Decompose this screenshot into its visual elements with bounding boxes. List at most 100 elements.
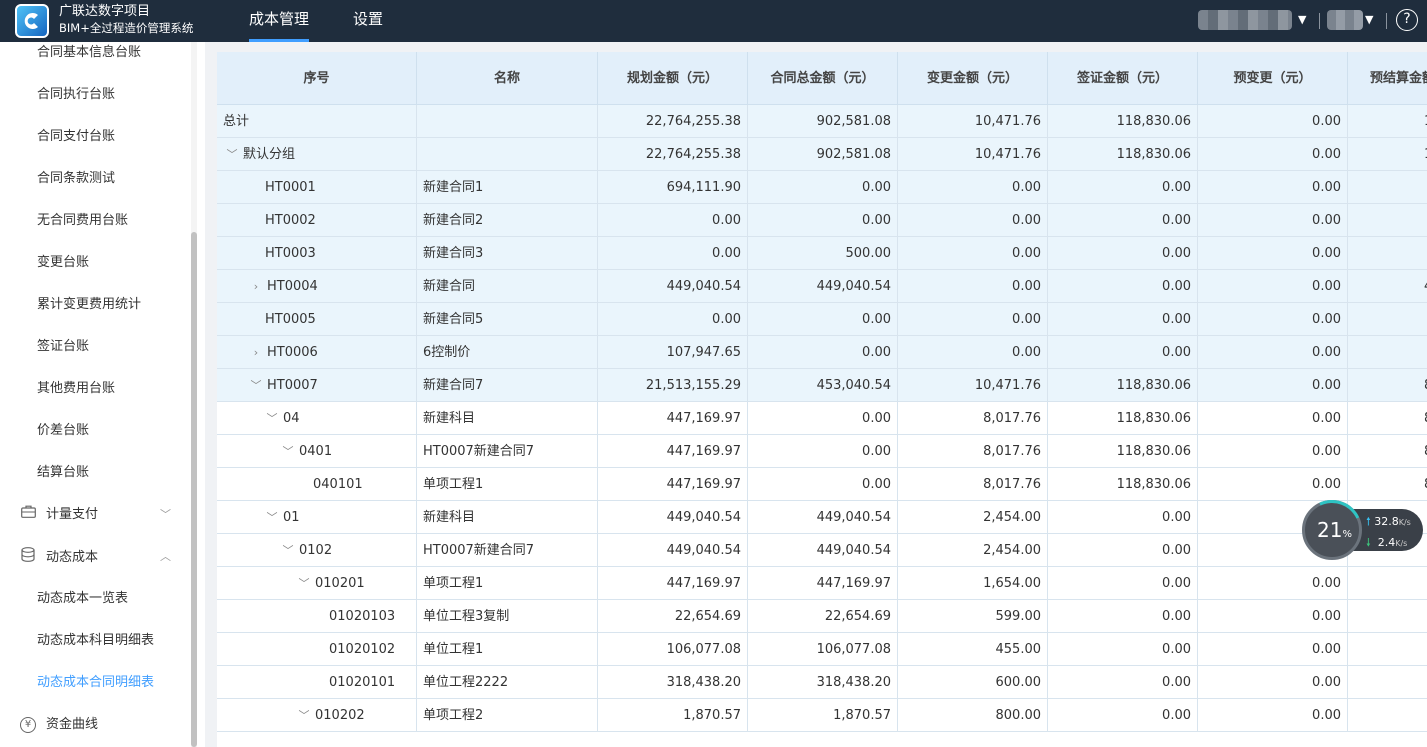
sidebar-item-settlement[interactable]: 结算台账 xyxy=(37,463,89,483)
sidebar-item-contract-terms[interactable]: 合同条款测试 xyxy=(37,169,115,189)
sidebar-item-contract-info[interactable]: 合同基本信息台账 xyxy=(37,43,141,63)
header-visa-amount[interactable]: 签证金额（元） xyxy=(1048,52,1198,105)
app-logo[interactable] xyxy=(15,4,49,38)
expand-chevron-right-icon[interactable]: › xyxy=(249,336,263,368)
table-row[interactable]: HT0003 新建合同3 0.00 500.00 0.00 0.00 0.00 xyxy=(217,237,1427,270)
sidebar-group-dynamic-cost[interactable]: 动态成本 xyxy=(20,547,98,567)
cell-planned-amount: 447,169.97 xyxy=(598,435,748,468)
sidebar-item-dynamic-overview[interactable]: 动态成本一览表 xyxy=(37,589,128,609)
sidebar-item-dynamic-subject[interactable]: 动态成本科目明细表 xyxy=(37,631,154,651)
sidebar-item-other-cost[interactable]: 其他费用台账 xyxy=(37,379,115,399)
sidebar-item-no-contract-cost[interactable]: 无合同费用台账 xyxy=(37,211,128,231)
sidebar-item-visa[interactable]: 签证台账 xyxy=(37,337,89,357)
table-row[interactable]: 01020101 单位工程2222 318,438.20 318,438.20 600.… xyxy=(217,666,1427,699)
seq-text: HT0004 xyxy=(267,279,318,294)
sidebar-group-payment[interactable]: 计量支付 xyxy=(20,505,98,525)
table-row[interactable]: ﹀ 0401 HT0007新建合同7 447,169.97 0.00 8,017.76 11… xyxy=(217,435,1427,468)
download-speed: 🠗 2.4K/s xyxy=(1366,536,1408,549)
table-row[interactable]: ﹀ 010201 单项工程1 447,169.97 447,169.97 1,654.00… xyxy=(217,567,1427,600)
cell-pre-settlement: 8 xyxy=(1348,402,1427,435)
user-menu[interactable] xyxy=(1327,10,1363,30)
table-row[interactable]: 040101 单项工程1 447,169.97 0.00 8,017.76 118,830… xyxy=(217,468,1427,501)
project-selector[interactable] xyxy=(1198,10,1292,30)
chevron-up-icon[interactable]: ︿ xyxy=(160,547,171,567)
table-row[interactable]: ﹀01新建科目449,040.54449,040.542,454.000.000… xyxy=(217,501,1427,534)
chevron-down-icon[interactable]: ﹀ xyxy=(160,505,171,525)
table-row[interactable]: HT0002 新建合同2 0.00 0.00 0.00 0.00 0.00 xyxy=(217,204,1427,237)
table-row[interactable]: ﹀ 04 新建科目 447,169.97 0.00 8,017.76 118,830.06 0… xyxy=(217,402,1427,435)
upload-speed: 🠕 32.8K/s xyxy=(1366,515,1411,528)
table-row[interactable]: ﹀ 默认分组 22,764,255.38 902,581.08 10,471.76 118… xyxy=(217,138,1427,171)
table-row[interactable]: 总计 22,764,255.38 902,581.08 10,471.76 118,83… xyxy=(217,105,1427,138)
cell-visa-amount: 118,830.06 xyxy=(1048,468,1198,501)
cell-planned-amount: 22,654.69 xyxy=(598,600,748,633)
cell-seq: 01020101 xyxy=(217,666,417,699)
nav-cost-management[interactable]: 成本管理 xyxy=(249,0,310,42)
collapse-chevron-down-icon[interactable]: ﹀ xyxy=(281,534,295,566)
expand-chevron-right-icon[interactable]: › xyxy=(249,270,263,302)
header-planned-amount[interactable]: 规划金额（元） xyxy=(598,52,748,105)
cell-planned-amount: 449,040.54 xyxy=(598,270,748,303)
sidebar-item-cumulative-change[interactable]: 累计变更费用统计 xyxy=(37,295,141,315)
cell-visa-amount: 118,830.06 xyxy=(1048,435,1198,468)
sidebar-item-contract-payment[interactable]: 合同支付台账 xyxy=(37,127,115,147)
cell-change-amount: 800.00 xyxy=(898,699,1048,732)
cell-pre-change: 0.00 xyxy=(1198,138,1348,171)
user-dropdown-caret-icon[interactable]: ▼ xyxy=(1365,13,1373,26)
header-divider xyxy=(1386,13,1387,29)
table-row[interactable]: ﹀ 0102 HT0007新建合同7 449,040.54 449,040.54 2,45… xyxy=(217,534,1427,567)
collapse-chevron-down-icon[interactable]: ﹀ xyxy=(297,699,311,731)
cell-contract-total: 902,581.08 xyxy=(748,105,898,138)
header-contract-total[interactable]: 合同总金额（元） xyxy=(748,52,898,105)
table-row[interactable]: › HT0004 新建合同 449,040.54 449,040.54 0.00 0.00 0… xyxy=(217,270,1427,303)
cell-visa-amount: 118,830.06 xyxy=(1048,105,1198,138)
sidebar-scrollbar-thumb[interactable] xyxy=(191,232,197,747)
cell-change-amount: 2,454.00 xyxy=(898,501,1048,534)
header-change-amount[interactable]: 变更金额（元） xyxy=(898,52,1048,105)
cell-planned-amount: 107,947.65 xyxy=(598,336,748,369)
cell-visa-amount: 0.00 xyxy=(1048,666,1198,699)
cell-visa-amount: 0.00 xyxy=(1048,633,1198,666)
sidebar: 合同基本信息台账 合同执行台账 合同支付台账 合同条款测试 无合同费用台账 变更… xyxy=(0,42,205,747)
cell-change-amount: 0.00 xyxy=(898,171,1048,204)
header-pre-settlement[interactable]: 预结算金额 xyxy=(1348,52,1427,105)
cell-planned-amount: 0.00 xyxy=(598,237,748,270)
table-row[interactable]: 01020102 单位工程1 106,077.08 106,077.08 455.00 0… xyxy=(217,633,1427,666)
sidebar-group-funds-curve[interactable]: ¥ 资金曲线 xyxy=(20,715,98,735)
cell-pre-settlement: 8 xyxy=(1348,435,1427,468)
cell-pre-settlement: 1,4 xyxy=(1348,105,1427,138)
collapse-chevron-down-icon[interactable]: ﹀ xyxy=(281,435,295,467)
collapse-chevron-down-icon[interactable]: ﹀ xyxy=(249,369,263,401)
table-row[interactable]: HT0001 新建合同1 694,111.90 0.00 0.00 0.00 0.00 xyxy=(217,171,1427,204)
cell-visa-amount: 0.00 xyxy=(1048,501,1198,534)
cell-visa-amount: 0.00 xyxy=(1048,534,1198,567)
table-row[interactable]: ﹀ HT0007 新建合同7 21,513,155.29 453,040.54 10,47… xyxy=(217,369,1427,402)
cell-change-amount: 0.00 xyxy=(898,237,1048,270)
cell-visa-amount: 0.00 xyxy=(1048,699,1198,732)
sidebar-item-price-diff[interactable]: 价差台账 xyxy=(37,421,89,441)
collapse-chevron-down-icon[interactable]: ﹀ xyxy=(265,402,279,434)
help-icon[interactable]: ? xyxy=(1396,9,1418,31)
header-seq[interactable]: 序号 xyxy=(217,52,417,105)
sidebar-item-dynamic-contract[interactable]: 动态成本合同明细表 xyxy=(37,673,154,693)
cell-pre-change: 0.00 xyxy=(1198,303,1348,336)
cell-change-amount: 455.00 xyxy=(898,633,1048,666)
table-row[interactable]: › HT0006 6控制价 107,947.65 0.00 0.00 0.00 0.00 xyxy=(217,336,1427,369)
table-row[interactable]: HT0005 新建合同5 0.00 0.00 0.00 0.00 0.00 xyxy=(217,303,1427,336)
header-pre-change[interactable]: 预变更（元） xyxy=(1198,52,1348,105)
top-bar: 广联达数字项目 BIM+全过程造价管理系统 成本管理 设置 ▼ ▼ ? xyxy=(0,0,1427,42)
nav-settings[interactable]: 设置 xyxy=(353,0,383,42)
cell-planned-amount: 21,513,155.29 xyxy=(598,369,748,402)
sidebar-item-contract-execution[interactable]: 合同执行台账 xyxy=(37,85,115,105)
collapse-chevron-down-icon[interactable]: ﹀ xyxy=(225,138,239,170)
sidebar-item-change[interactable]: 变更台账 xyxy=(37,253,89,273)
collapse-chevron-down-icon[interactable]: ﹀ xyxy=(265,501,279,533)
cell-visa-amount: 0.00 xyxy=(1048,171,1198,204)
cell-change-amount: 0.00 xyxy=(898,270,1048,303)
table-row[interactable]: 01020103 单位工程3复制 22,654.69 22,654.69 599.00 0… xyxy=(217,600,1427,633)
header-name[interactable]: 名称 xyxy=(417,52,598,105)
project-dropdown-caret-icon[interactable]: ▼ xyxy=(1298,13,1306,26)
network-speed-widget[interactable]: 21% 🠕 32.8K/s 🠗 2.4K/s xyxy=(1302,500,1423,560)
table-row[interactable]: ﹀ 010202 单项工程2 1,870.57 1,870.57 800.00 0.00 0.… xyxy=(217,699,1427,732)
collapse-chevron-down-icon[interactable]: ﹀ xyxy=(297,567,311,599)
